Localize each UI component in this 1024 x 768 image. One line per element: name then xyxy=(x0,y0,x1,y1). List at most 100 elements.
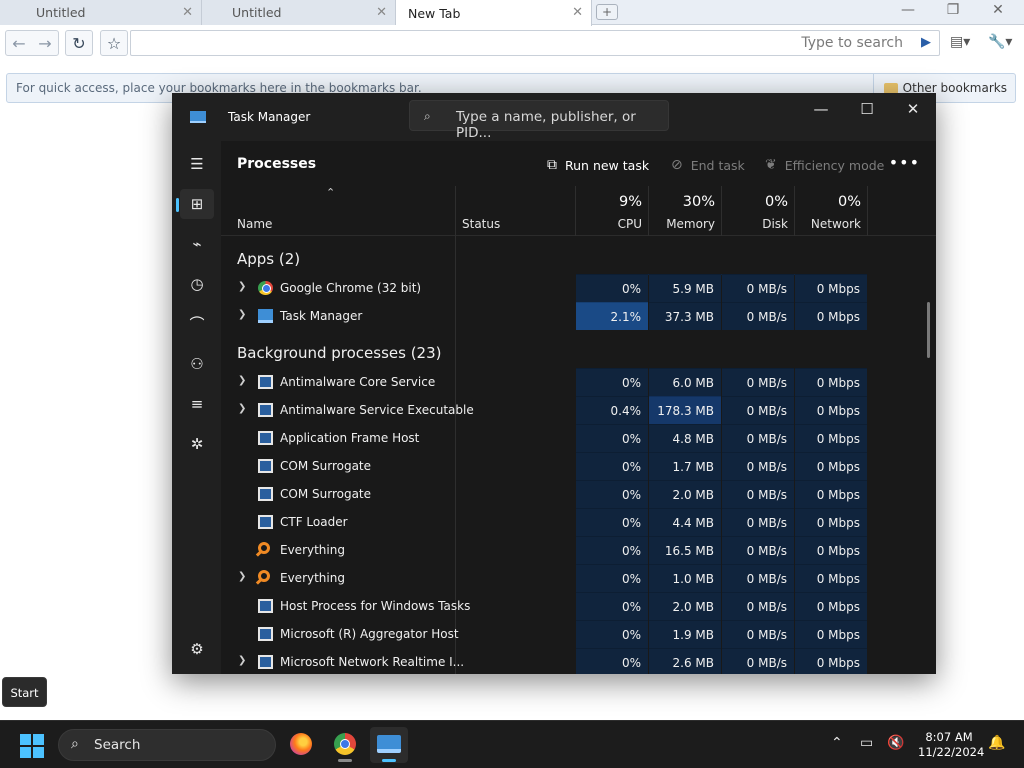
maximize-icon[interactable]: ☐ xyxy=(852,100,882,118)
expand-chevron-icon[interactable]: ❯ xyxy=(238,655,246,666)
process-row[interactable]: ❯ Antimalware Core Service 0% 6.0 MB 0 M… xyxy=(221,368,867,396)
column-divider[interactable] xyxy=(575,186,576,236)
process-row[interactable]: Host Process for Windows Tasks 0% 2.0 MB… xyxy=(221,592,867,620)
bookmark-star-button[interactable]: ☆ xyxy=(100,30,128,56)
network-cell: 0 Mbps xyxy=(795,396,867,424)
vertical-scrollbar-thumb[interactable] xyxy=(927,302,930,358)
cpu-cell: 0% xyxy=(576,452,648,480)
network-cell: 0 Mbps xyxy=(795,452,867,480)
sort-ascending-icon: ⌃ xyxy=(326,186,336,199)
memory-cell: 2.6 MB xyxy=(649,648,721,674)
cpu-cell: 0% xyxy=(576,648,648,674)
run-new-task-label: Run new task xyxy=(565,157,650,173)
network-cell: 0 Mbps xyxy=(795,564,867,592)
column-divider[interactable] xyxy=(794,186,795,236)
browser-tab-1[interactable]: Untitled ✕ xyxy=(0,0,202,25)
wrench-icon[interactable]: 🔧▾ xyxy=(988,34,1012,50)
forward-icon[interactable]: → xyxy=(32,34,58,53)
disk-cell: 0 MB/s xyxy=(722,480,794,508)
process-row-task-manager[interactable]: ❯ Task Manager 2.1% 37.3 MB 0 MB/s 0 Mbp… xyxy=(221,302,867,330)
close-icon[interactable]: ✕ xyxy=(182,5,193,20)
process-row-chrome[interactable]: ❯ Google Chrome (32 bit) 0% 5.9 MB 0 MB/… xyxy=(221,274,867,302)
column-divider[interactable] xyxy=(721,186,722,236)
end-task-icon: ⊘ xyxy=(671,157,683,173)
run-new-task-button[interactable]: ⧉ Run new task xyxy=(547,157,649,173)
column-divider[interactable] xyxy=(648,186,649,236)
process-row[interactable]: CTF Loader 0% 4.4 MB 0 MB/s 0 Mbps xyxy=(221,508,867,536)
network-cell: 0 Mbps xyxy=(795,620,867,648)
process-name: Antimalware Service Executable xyxy=(280,403,474,417)
browser-tab-2[interactable]: Untitled ✕ xyxy=(202,0,396,25)
process-row[interactable]: Microsoft (R) Aggregator Host 0% 1.9 MB … xyxy=(221,620,867,648)
more-options-icon[interactable]: ••• xyxy=(889,153,920,172)
chevron-up-icon[interactable]: ⌃ xyxy=(831,735,843,751)
disk-cell: 0 MB/s xyxy=(722,592,794,620)
disk-cell: 0 MB/s xyxy=(722,396,794,424)
process-search-input[interactable]: ⌕ Type a name, publisher, or PID... xyxy=(409,100,669,141)
expand-chevron-icon[interactable]: ❯ xyxy=(238,403,246,414)
close-icon[interactable]: ✕ xyxy=(572,5,583,20)
memory-cell: 16.5 MB xyxy=(649,536,721,564)
network-cell: 0 Mbps xyxy=(795,480,867,508)
expand-chevron-icon[interactable]: ❯ xyxy=(238,309,246,320)
notification-bell-icon[interactable]: 🔔 xyxy=(988,735,1005,751)
process-row[interactable]: COM Surrogate 0% 1.7 MB 0 MB/s 0 Mbps xyxy=(221,452,867,480)
process-row[interactable]: Everything 0% 16.5 MB 0 MB/s 0 Mbps xyxy=(221,536,867,564)
memory-cell: 37.3 MB xyxy=(649,302,721,330)
nav-performance-icon[interactable]: ⌁ xyxy=(180,229,214,259)
go-icon[interactable]: ▶ xyxy=(921,35,931,50)
nav-services-icon[interactable]: ✲ xyxy=(180,429,214,459)
nav-app-history-icon[interactable]: ◷ xyxy=(180,269,214,299)
network-cell: 0 Mbps xyxy=(795,592,867,620)
taskbar-chrome[interactable] xyxy=(326,727,364,763)
nav-details-icon[interactable]: ≡ xyxy=(180,389,214,419)
end-task-button[interactable]: ⊘ End task xyxy=(671,157,745,173)
column-divider[interactable] xyxy=(867,186,868,236)
settings-gear-icon[interactable]: ⚙ xyxy=(180,634,214,664)
back-icon[interactable]: ← xyxy=(6,34,32,53)
cpu-cell: 0.4% xyxy=(576,396,648,424)
browser-tab-strip: Untitled ✕ Untitled ✕ New Tab ✕ + — ❐ ✕ xyxy=(0,0,1024,26)
process-row[interactable]: Application Frame Host 0% 4.8 MB 0 MB/s … xyxy=(221,424,867,452)
page-menu-icon[interactable]: ▤▾ xyxy=(950,34,970,50)
minimize-icon[interactable]: — xyxy=(893,2,923,18)
browser-tab-3[interactable]: New Tab ✕ xyxy=(396,0,592,26)
window-title: Task Manager xyxy=(228,110,311,124)
taskbar-task-manager[interactable] xyxy=(370,727,408,763)
process-row[interactable]: ❯ Everything 0% 1.0 MB 0 MB/s 0 Mbps xyxy=(221,564,867,592)
start-button-windows-icon[interactable] xyxy=(20,734,44,758)
process-row[interactable]: ❯ Antimalware Service Executable 0.4% 17… xyxy=(221,396,867,424)
apps-group-header: Apps (2) xyxy=(237,250,301,268)
display-icon[interactable]: ▭ xyxy=(860,735,873,751)
nav-users-icon[interactable]: ⚇ xyxy=(180,349,214,379)
process-row[interactable]: COM Surrogate 0% 2.0 MB 0 MB/s 0 Mbps xyxy=(221,480,867,508)
start-tooltip: Start xyxy=(2,677,47,707)
taskbar-clock[interactable]: 8:07 AM 11/22/2024 xyxy=(918,730,985,760)
minimize-icon[interactable]: — xyxy=(806,100,836,118)
reload-button[interactable]: ↻ xyxy=(65,30,93,56)
clock-date: 11/22/2024 xyxy=(918,745,985,759)
efficiency-mode-button[interactable]: ❦ Efficiency mode xyxy=(765,157,884,173)
clock-time: 8:07 AM xyxy=(925,730,973,744)
expand-chevron-icon[interactable]: ❯ xyxy=(238,571,246,582)
close-icon[interactable]: ✕ xyxy=(376,5,387,20)
close-icon[interactable]: ✕ xyxy=(898,100,928,118)
process-name: Antimalware Core Service xyxy=(280,375,436,389)
hamburger-menu-icon[interactable]: ☰ xyxy=(180,149,214,179)
nav-processes-icon[interactable]: ⊞ xyxy=(176,189,214,219)
nav-startup-apps-icon[interactable]: ⌒ xyxy=(180,309,214,339)
network-cell: 0 Mbps xyxy=(795,536,867,564)
taskbar-firefox[interactable] xyxy=(282,727,320,763)
address-bar[interactable]: Type to search ▶ xyxy=(130,30,940,56)
tab-label: Untitled xyxy=(36,5,86,20)
new-tab-button[interactable]: + xyxy=(596,4,618,20)
process-row[interactable]: ❯ Microsoft Network Realtime I... 0% 2.6… xyxy=(221,648,867,674)
restore-icon[interactable]: ❐ xyxy=(938,2,968,18)
close-window-icon[interactable]: ✕ xyxy=(983,2,1013,18)
volume-muted-icon[interactable]: 🔇 xyxy=(887,735,904,751)
name-column-label: Name xyxy=(237,217,273,231)
expand-chevron-icon[interactable]: ❯ xyxy=(238,375,246,386)
disk-cell: 0 MB/s xyxy=(722,564,794,592)
expand-chevron-icon[interactable]: ❯ xyxy=(238,281,246,292)
taskbar-search-box[interactable]: ⌕ Search xyxy=(58,729,276,761)
